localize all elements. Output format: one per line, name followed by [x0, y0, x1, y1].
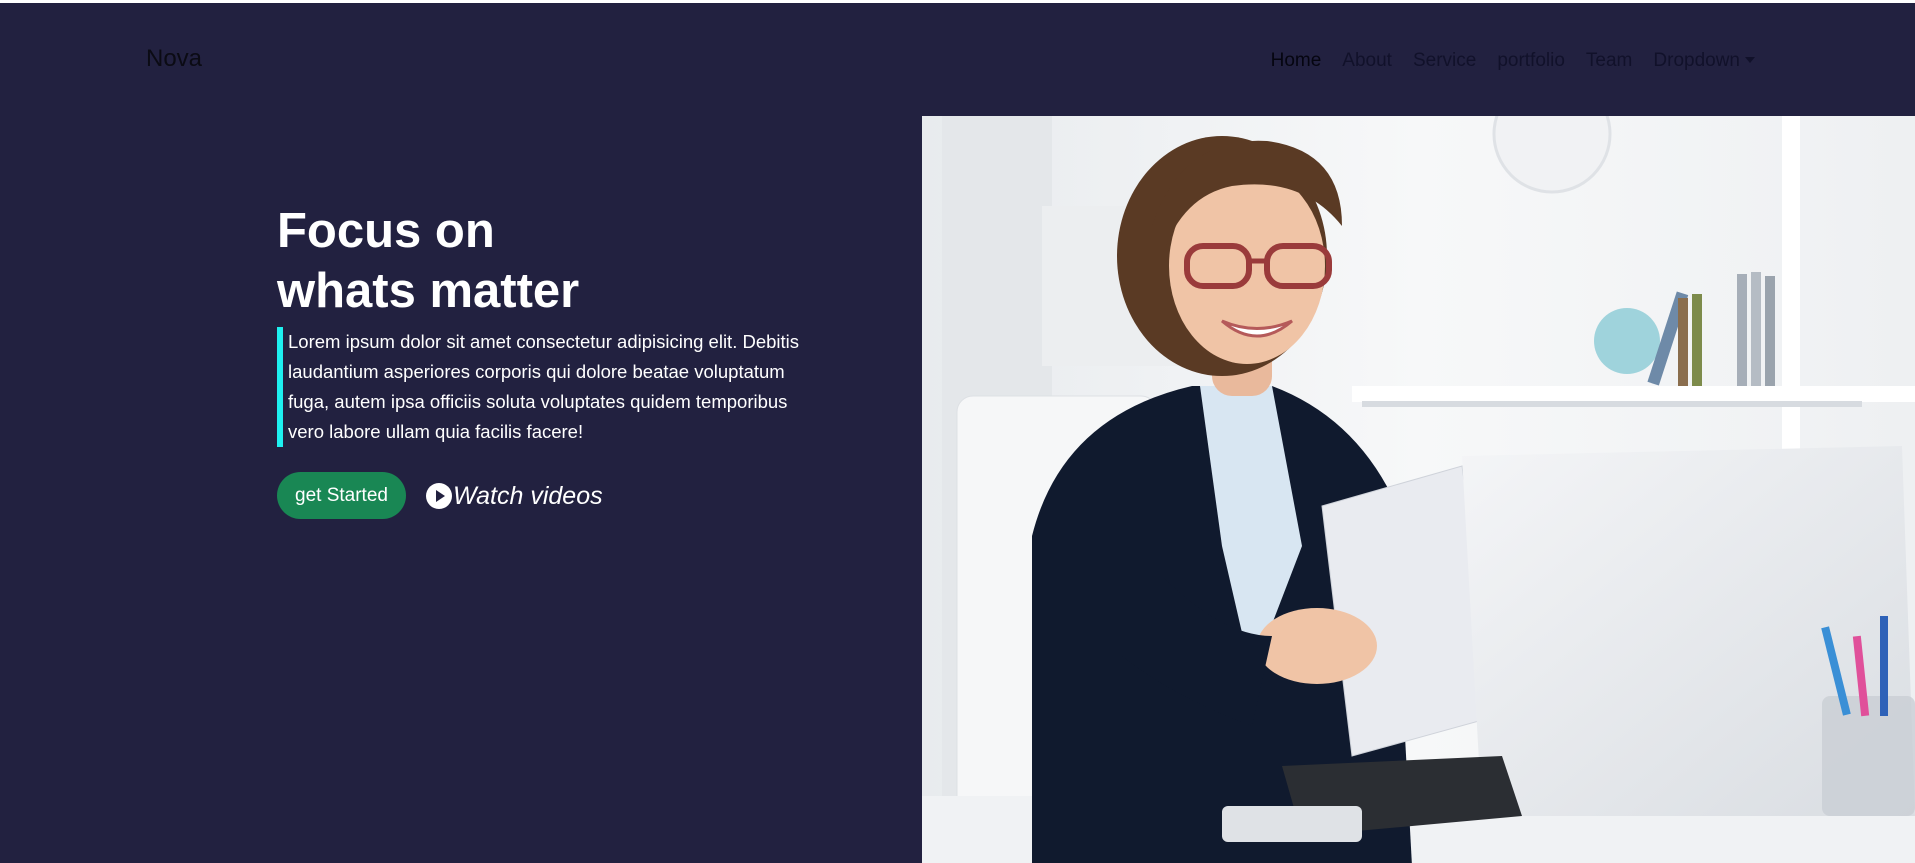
- headline-line-2: whats matter: [277, 264, 580, 318]
- nav-item-portfolio: portfolio: [1497, 49, 1565, 73]
- hero-image: [922, 116, 1915, 863]
- nav-item-about: About: [1342, 49, 1392, 73]
- watch-videos-link[interactable]: Watch videos: [426, 480, 603, 512]
- hero-section: Nova Home About Service portfolio Team D…: [0, 3, 1915, 863]
- watch-videos-label: Watch videos: [453, 482, 603, 510]
- nav-dropdown-toggle[interactable]: Dropdown: [1653, 50, 1755, 71]
- hero-lead-text: Lorem ipsum dolor sit amet consectetur a…: [277, 327, 818, 447]
- page: Nova Home About Service portfolio Team D…: [0, 0, 1915, 863]
- nav-link-dropdown-label: Dropdown: [1653, 50, 1740, 71]
- office-woman-photo: [922, 116, 1915, 863]
- caret-down-icon: [1745, 57, 1755, 63]
- hero-headline: Focus on whats matter: [277, 201, 579, 321]
- get-started-button[interactable]: get Started: [277, 472, 406, 519]
- nav-item-dropdown: Dropdown: [1653, 49, 1755, 73]
- nav-link-portfolio[interactable]: portfolio: [1497, 50, 1565, 71]
- nav-item-team: Team: [1586, 49, 1632, 73]
- nav-link-team[interactable]: Team: [1586, 50, 1632, 71]
- brand-logo[interactable]: Nova: [146, 45, 202, 73]
- play-circle-icon: [426, 483, 452, 509]
- nav-item-service: Service: [1413, 49, 1476, 73]
- main-nav: Home About Service portfolio Team Dropdo…: [1271, 49, 1755, 73]
- nav-link-about[interactable]: About: [1342, 50, 1392, 71]
- nav-item-home: Home: [1271, 49, 1322, 73]
- nav-link-home[interactable]: Home: [1271, 50, 1322, 71]
- nav-link-service[interactable]: Service: [1413, 50, 1476, 71]
- headline-line-1: Focus on: [277, 204, 495, 258]
